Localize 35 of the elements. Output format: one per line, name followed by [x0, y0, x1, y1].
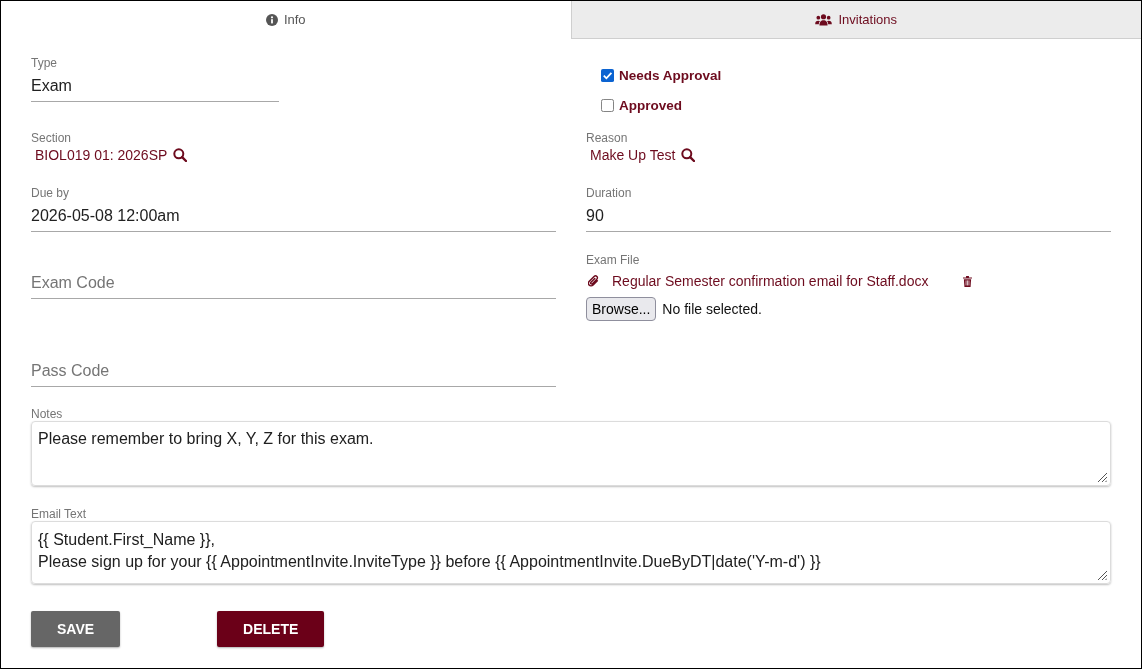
checkbox[interactable]: [601, 68, 614, 82]
reason-link[interactable]: Make Up Test: [590, 146, 676, 163]
users-icon: [815, 13, 833, 26]
search-icon[interactable]: [173, 147, 188, 162]
section-link[interactable]: BIOL019 01: 2026SP: [35, 146, 168, 163]
file-link[interactable]: Regular Semester confirmation email for Staff.docx: [612, 273, 929, 289]
file-status: No file selected.: [662, 301, 762, 317]
field-label: Notes: [31, 407, 64, 421]
tab[interactable]: Invitations: [570, 1, 1141, 39]
trash-icon[interactable]: [963, 275, 973, 287]
pass-code-field[interactable]: Pass Code: [31, 355, 556, 387]
paperclip-icon: [588, 274, 599, 288]
search-icon[interactable]: [681, 147, 696, 162]
email-text-field[interactable]: {{ Student.First_Name }}, Please sign up for your {{ AppointmentInvite.InviteType }} before {{ AppointmentInvite.DueByDT|date('Y-m-d') }}: [31, 521, 1111, 584]
type-field[interactable]: Exam: [31, 70, 279, 102]
resize-grip-icon[interactable]: [1097, 472, 1107, 482]
checkbox-label: Needs Approval: [619, 67, 722, 83]
field-label: Section: [31, 131, 73, 145]
checkbox-label: Approved: [619, 97, 682, 113]
field-label: Reason: [586, 131, 629, 145]
field-label: Exam File: [586, 253, 641, 267]
notes-field[interactable]: Please remember to bring X, Y, Z for this exam.: [31, 421, 1111, 486]
due-date-field[interactable]: 2026-05-08 12:00am: [31, 200, 556, 232]
delete-button[interactable]: DELETE: [217, 611, 325, 647]
field-label: Duration: [586, 186, 633, 200]
info-icon: [265, 13, 278, 26]
exam-code-field[interactable]: Exam Code: [31, 267, 556, 299]
duration-field[interactable]: 90: [586, 200, 1111, 232]
checkbox[interactable]: [601, 98, 614, 112]
resize-grip-icon[interactable]: [1097, 570, 1107, 580]
field-label: Due by: [31, 186, 71, 200]
field-label: Type: [31, 56, 58, 70]
browse-button[interactable]: Browse...: [586, 297, 657, 321]
save-button[interactable]: SAVE: [31, 611, 121, 647]
field-label: Email Text: [31, 507, 88, 521]
